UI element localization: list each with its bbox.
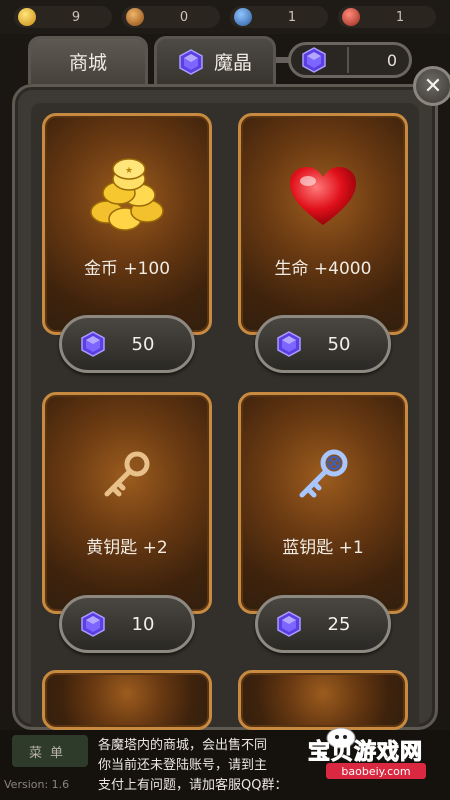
heart-icon — [290, 167, 356, 225]
crystal-gem-icon — [81, 331, 105, 357]
tab-crystal-label: 魔晶 — [213, 52, 252, 74]
coin-icon — [18, 8, 36, 26]
crystal-gem-icon — [81, 611, 105, 637]
price-value: 50 — [131, 333, 155, 355]
gold-coins-icon: ★ — [90, 158, 164, 231]
item-art — [45, 431, 209, 521]
item-label: 黄钥匙 +2 — [86, 538, 168, 558]
crystal-gem-icon — [277, 331, 301, 357]
resource-red-key: 1 — [338, 6, 436, 28]
buy-gold-button[interactable]: 50 — [59, 315, 195, 373]
shop-item-yellow-key[interactable]: 黄钥匙 +2 — [42, 392, 212, 614]
item-label: 蓝钥匙 +1 — [282, 538, 364, 558]
price-value: 50 — [327, 333, 351, 355]
buy-yellow-key-button[interactable]: 10 — [59, 595, 195, 653]
shop-item-life[interactable]: 生命 +4000 — [238, 113, 408, 335]
tab-shop[interactable]: 商城 — [28, 36, 148, 84]
shop-item-partial[interactable] — [42, 670, 212, 730]
resource-yellow-key: 0 — [122, 6, 220, 28]
version-label: Version: 1.6 — [4, 778, 70, 791]
crystal-balance: 0 — [288, 42, 412, 78]
item-label: 金币 +100 — [83, 259, 171, 279]
resource-yellow-key-value: 0 — [179, 9, 189, 25]
yellow-key-icon — [104, 451, 150, 497]
red-key-icon — [342, 8, 360, 26]
shop-item-gold[interactable]: ★ 金币 +100 — [42, 113, 212, 335]
menu-button[interactable]: 菜单 — [12, 735, 88, 767]
item-art — [241, 431, 405, 521]
resource-bar: 9 0 1 1 — [0, 0, 450, 34]
crystal-gem-icon — [277, 611, 301, 637]
price-value: 10 — [131, 613, 155, 635]
price-value: 25 — [327, 613, 351, 635]
crystal-gem-icon — [179, 48, 203, 75]
resource-blue-key-value: 1 — [287, 9, 297, 25]
item-art — [241, 152, 405, 242]
blue-key-icon — [299, 449, 348, 498]
crystal-gem-icon — [302, 47, 326, 73]
crystal-balance-value: 0 — [386, 50, 397, 70]
svg-text:★: ★ — [125, 166, 133, 176]
close-button[interactable]: ✕ — [413, 66, 450, 106]
buy-life-button[interactable]: 50 — [255, 315, 391, 373]
watermark-url: baobeiy.com — [326, 763, 426, 779]
resource-gold-value: 9 — [71, 9, 81, 25]
tab-crystal[interactable]: 魔晶 — [154, 36, 276, 84]
watermark-text: 宝贝游戏网 — [307, 740, 424, 766]
resource-blue-key: 1 — [230, 6, 328, 28]
shop-item-blue-key[interactable]: 蓝钥匙 +1 — [238, 392, 408, 614]
resource-gold: 9 — [14, 6, 112, 28]
buy-blue-key-button[interactable]: 25 — [255, 595, 391, 653]
menu-button-label: 菜单 — [28, 745, 71, 761]
close-icon: ✕ — [423, 73, 443, 99]
blue-key-icon — [234, 8, 252, 26]
item-art: ★ — [45, 152, 209, 242]
yellow-key-icon — [126, 8, 144, 26]
resource-red-key-value: 1 — [395, 9, 405, 25]
item-label: 生命 +4000 — [274, 259, 372, 279]
tab-shop-label: 商城 — [68, 52, 107, 74]
